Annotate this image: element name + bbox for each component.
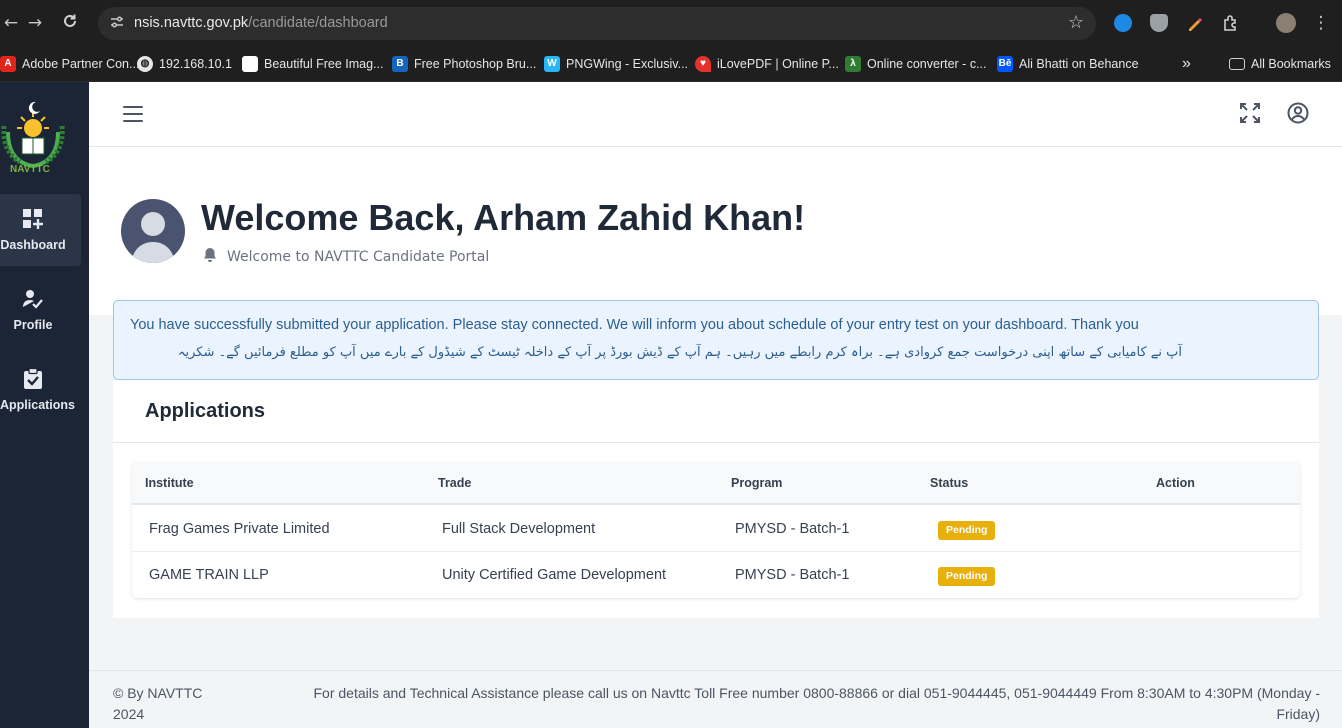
cell-trade: Full Stack Development	[442, 521, 596, 537]
forward-arrow-icon[interactable]: →	[24, 12, 46, 34]
bookmarks-bar: A Adobe Partner Con... ◍ 192.168.10.1 Beau…	[0, 46, 1342, 82]
address-bar[interactable]: nsis.navttc.gov.pk/candidate/dashboard ☆	[98, 7, 1096, 40]
reload-icon[interactable]	[59, 12, 81, 34]
browser-toolbar: ← → nsis.navttc.gov.pk/candidate/dashboa…	[0, 0, 1342, 46]
folder-icon	[1229, 58, 1245, 70]
divider	[113, 442, 1319, 443]
applications-table: Institute Trade Program Status Action Fr…	[132, 462, 1300, 598]
status-badge: Pending	[938, 567, 996, 586]
main-content: Welcome Back, Arham Zahid Khan! Welcome …	[89, 147, 1342, 670]
bookmark-ilovepdf[interactable]: ♥ iLovePDF | Online P...	[695, 54, 839, 74]
profile-avatar-icon[interactable]	[1276, 13, 1296, 33]
brusheezy-icon: B	[392, 56, 408, 72]
dashboard-grid-icon	[22, 208, 44, 230]
bookmark-brusheezy[interactable]: B Free Photoshop Bru...	[392, 54, 536, 74]
sidebar-item-label: Dashboard	[0, 238, 66, 252]
submission-alert: You have successfully submitted your app…	[113, 300, 1319, 380]
column-header-action: Action	[1156, 476, 1195, 490]
bookmark-behance[interactable]: Bē Ali Bhatti on Behance	[997, 54, 1139, 74]
table-header: Institute Trade Program Status Action	[132, 462, 1300, 505]
table-row: GAME TRAIN LLP Unity Certified Game Deve…	[132, 552, 1300, 598]
sidebar-item-label: Applications	[0, 398, 76, 412]
logo-text: NAVTTC	[10, 164, 50, 175]
cell-program: PMYSD - Batch-1	[735, 567, 850, 583]
welcome-section: Welcome Back, Arham Zahid Khan! Welcome …	[89, 147, 1342, 315]
footer-contact-info: For details and Technical Assistance ple…	[313, 685, 1320, 722]
sidebar-item-label: Profile	[13, 318, 53, 332]
site-info-icon[interactable]	[108, 14, 126, 32]
applications-title: Applications	[145, 400, 266, 422]
globe-icon: ◍	[137, 56, 153, 72]
shield-extension-icon[interactable]	[1150, 14, 1168, 32]
alert-text-urdu: آپ نے کامیابی کے ساتھ اپنی درخواست جمع ک…	[177, 345, 1182, 360]
back-arrow-icon[interactable]: ←	[0, 12, 22, 34]
avatar	[121, 199, 185, 263]
extensions-puzzle-icon[interactable]	[1222, 14, 1240, 32]
user-account-icon[interactable]	[1287, 102, 1311, 126]
shazam-extension-icon[interactable]	[1114, 14, 1132, 32]
pen-extension-icon[interactable]	[1186, 14, 1204, 32]
address-url: nsis.navttc.gov.pk/candidate/dashboard	[134, 15, 388, 31]
sidebar-item-dashboard[interactable]: Dashboard	[0, 194, 81, 266]
table-row: Frag Games Private Limited Full Stack De…	[132, 506, 1300, 552]
cell-program: PMYSD - Batch-1	[735, 521, 850, 537]
column-header-program: Program	[731, 476, 783, 490]
browser-menu-icon[interactable]: ⋮	[1310, 12, 1332, 34]
applications-card: Applications Institute Trade Program Sta…	[113, 380, 1319, 618]
alert-text-english: You have successfully submitted your app…	[130, 317, 1139, 333]
sidebar-item-profile[interactable]: Profile	[0, 274, 81, 346]
footer: © By NAVTTC 2024 For details and Technic…	[89, 670, 1342, 728]
cell-institute: Frag Games Private Limited	[149, 521, 330, 537]
bookmark-converter[interactable]: λ Online converter - c...	[845, 54, 987, 74]
column-header-institute: Institute	[145, 476, 194, 490]
sidebar-item-applications[interactable]: Applications	[0, 354, 81, 426]
unsplash-icon	[242, 56, 258, 72]
menu-toggle-icon[interactable]	[123, 106, 143, 122]
sidebar: NAVTTC Dashboard Profile Applications	[0, 82, 89, 728]
adobe-icon: A	[0, 56, 16, 72]
clipboard-check-icon	[22, 367, 44, 390]
bookmark-unsplash[interactable]: Beautiful Free Imag...	[242, 54, 384, 74]
pngwing-icon: W	[544, 56, 560, 72]
bookmark-adobe[interactable]: A Adobe Partner Con...	[0, 54, 139, 74]
page-title: Welcome Back, Arham Zahid Khan!	[201, 197, 806, 238]
column-header-trade: Trade	[438, 476, 472, 490]
cell-institute: GAME TRAIN LLP	[149, 567, 269, 583]
converter-icon: λ	[845, 56, 861, 72]
welcome-subtitle: Welcome to NAVTTC Candidate Portal	[203, 247, 489, 267]
footer-copyright: © By NAVTTC 2024	[113, 685, 203, 722]
behance-icon: Bē	[997, 56, 1013, 72]
fullscreen-icon[interactable]	[1239, 102, 1263, 126]
bookmark-router[interactable]: ◍ 192.168.10.1	[137, 54, 232, 74]
bookmark-pngwing[interactable]: W PNGWing - Exclusiv...	[544, 54, 688, 74]
bookmark-star-icon[interactable]: ☆	[1068, 12, 1084, 33]
user-check-icon	[22, 288, 44, 310]
cell-trade: Unity Certified Game Development	[442, 567, 667, 583]
bookmarks-overflow-button[interactable]: »	[1182, 54, 1191, 74]
bell-icon	[203, 247, 217, 267]
ilovepdf-icon: ♥	[695, 56, 711, 72]
column-header-status: Status	[930, 476, 969, 490]
top-app-bar	[89, 82, 1342, 147]
all-bookmarks-button[interactable]: All Bookmarks	[1229, 54, 1331, 74]
status-badge: Pending	[938, 521, 996, 540]
